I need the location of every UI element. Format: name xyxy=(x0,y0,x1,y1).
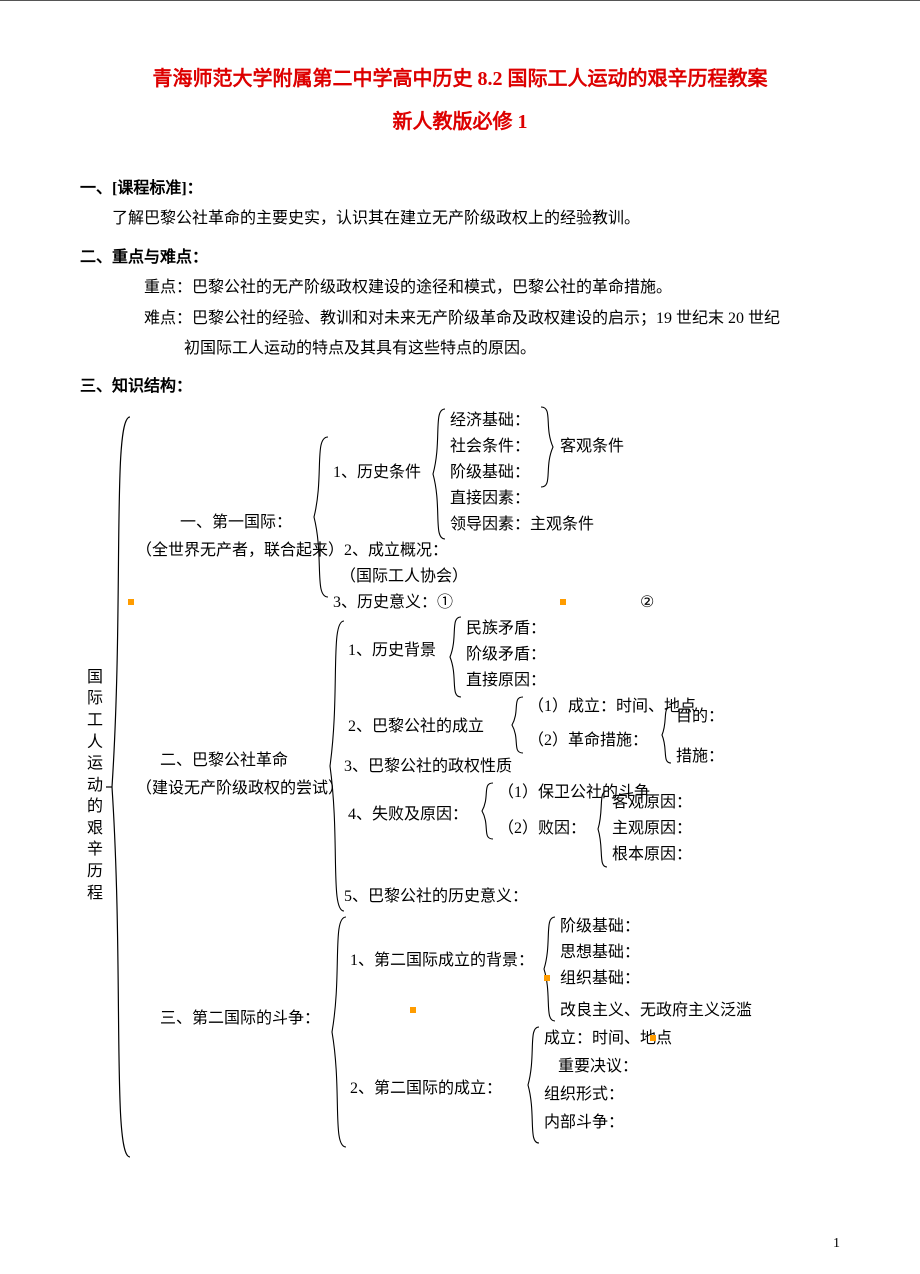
document-page: 青海师范大学附属第二中学高中历史 8.2 国际工人运动的艰辛历程教案 新人教版必… xyxy=(0,0,920,1274)
orange-dot-icon xyxy=(410,1007,416,1013)
brace-n3-1 xyxy=(542,917,558,1021)
brace-n1 xyxy=(310,437,332,597)
brace-n1-1 xyxy=(430,409,448,539)
outline-n3-2: 2、第二国际的成立： xyxy=(350,1075,502,1104)
page-number: 1 xyxy=(833,1236,840,1252)
brace-n1-1r xyxy=(540,407,556,487)
outline-n3-title: 三、第二国际的斗争： xyxy=(160,1005,320,1034)
outline-n2-4b3: 根本原因： xyxy=(612,841,692,870)
outline-n3-1a: 阶级基础： xyxy=(560,913,640,942)
section-2-line1: 重点：巴黎公社的无产阶级政权建设的途径和模式，巴黎公社的革命措施。 xyxy=(80,273,840,303)
orange-dot-icon xyxy=(128,599,134,605)
section-2-line3: 初国际工人运动的特点及其具有这些特点的原因。 xyxy=(80,334,840,364)
brace-n2-2 xyxy=(510,697,526,753)
outline-n2-4b: （2）败因： xyxy=(498,815,586,844)
brace-n2-4 xyxy=(480,783,496,839)
brace-n3 xyxy=(328,917,350,1147)
brace-n2-4b xyxy=(596,791,610,867)
outline-n2-1a: 民族矛盾： xyxy=(466,615,546,644)
outline-n3-2b: 重要决议： xyxy=(558,1053,638,1082)
orange-dot-icon xyxy=(544,975,550,981)
outline-n2-1b: 阶级矛盾： xyxy=(466,641,546,670)
outline-n1-3b: ② xyxy=(640,589,654,618)
outline-n1-2: 2、成立概况： xyxy=(344,537,448,566)
section-3-heading: 三、知识结构： xyxy=(80,372,840,402)
outline-n1-1a: 经济基础： xyxy=(450,407,530,436)
outline-n2-4b2: 主观原因： xyxy=(612,815,692,844)
outline-n3-1: 1、第二国际成立的背景： xyxy=(350,947,534,976)
outline-n2-title2: （建设无产阶级政权的尝试） xyxy=(136,775,344,804)
outline-n3-2d: 内部斗争： xyxy=(544,1109,624,1138)
outline-n1-3: 3、历史意义：① xyxy=(333,589,453,618)
outline-n1-1r: 客观条件 xyxy=(560,433,624,462)
section-1-heading: 一、[课程标准]： xyxy=(80,174,840,204)
section-2-line2: 难点：巴黎公社的经验、教训和对未来无产阶级革命及政权建设的启示；19 世纪末 2… xyxy=(80,304,840,334)
outline-n2-2: 2、巴黎公社的成立 xyxy=(348,713,484,742)
outline-n1-1: 1、历史条件 xyxy=(333,459,421,488)
brace-n2-1 xyxy=(448,617,464,697)
outline-n1-1e: 领导因素：主观条件 xyxy=(450,511,594,540)
outline-n3-1d: 改良主义、无政府主义泛滥 xyxy=(560,997,752,1026)
outline-n2-2b: （2）革命措施： xyxy=(528,727,648,756)
section-1-body: 了解巴黎公社革命的主要史实，认识其在建立无产阶级政权上的经验教训。 xyxy=(80,204,840,234)
document-title-line1: 青海师范大学附属第二中学高中历史 8.2 国际工人运动的艰辛历程教案 xyxy=(80,61,840,97)
outline-n2-4: 4、失败及原因： xyxy=(348,801,468,830)
outline-n1-1c: 阶级基础： xyxy=(450,459,530,488)
outline-n2-4b1: 客观原因： xyxy=(612,789,692,818)
brace-n3-2 xyxy=(526,1027,542,1143)
orange-dot-icon xyxy=(650,1035,656,1041)
outline-vertical-label: 国际工人运动的艰辛历程 xyxy=(86,667,104,905)
outline-n1-1b: 社会条件： xyxy=(450,433,530,462)
outline-n3-1c: 组织基础： xyxy=(560,965,640,994)
outline-n2-title1: 二、巴黎公社革命 xyxy=(160,747,288,776)
document-title-line2: 新人教版必修 1 xyxy=(80,105,840,134)
brace-main xyxy=(106,417,136,1157)
outline-n2-2b2: 措施： xyxy=(676,743,724,772)
outline-n1-1d: 直接因素： xyxy=(450,485,530,514)
outline-n3-2c: 组织形式： xyxy=(544,1081,624,1110)
outline-n2-1c: 直接原因： xyxy=(466,667,546,696)
outline-n2-3: 3、巴黎公社的政权性质 xyxy=(344,753,512,782)
orange-dot-icon xyxy=(560,599,566,605)
outline-n2-2b1: 目的： xyxy=(676,703,724,732)
outline-n3-1b: 思想基础： xyxy=(560,939,640,968)
outline-n2-5: 5、巴黎公社的历史意义： xyxy=(344,883,528,912)
outline-n1-title: 一、第一国际： xyxy=(180,509,292,538)
knowledge-outline: 国际工人运动的艰辛历程 一、第一国际： （全世界无产者，联合起来） 1、历史条件… xyxy=(80,407,840,1167)
brace-n2-2b xyxy=(660,707,674,763)
outline-n1-2a: （国际工人协会） xyxy=(340,563,468,592)
section-2-heading: 二、重点与难点： xyxy=(80,243,840,273)
outline-n2-1: 1、历史背景 xyxy=(348,637,436,666)
